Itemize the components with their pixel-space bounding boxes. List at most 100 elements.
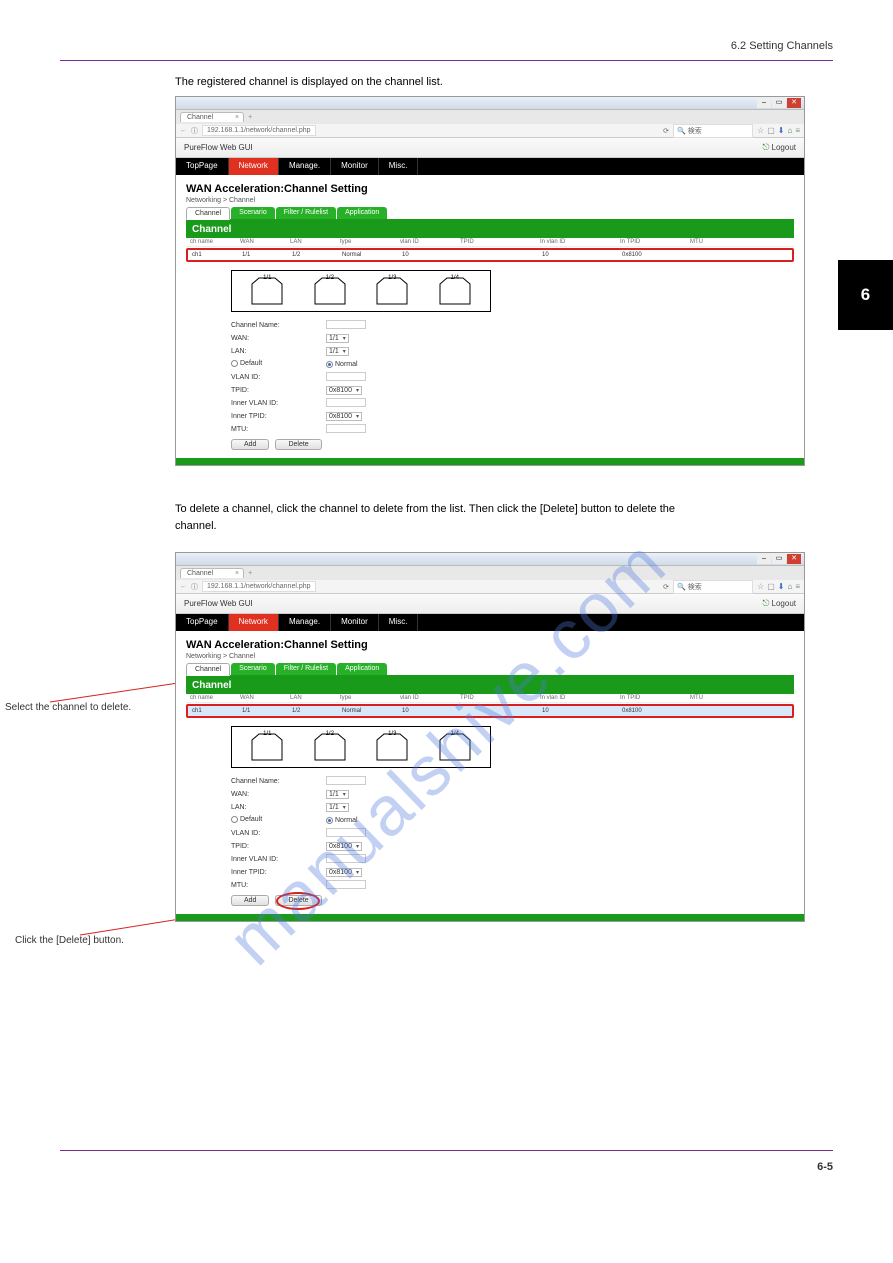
- info-icon[interactable]: ⓘ: [191, 582, 198, 592]
- delete-button[interactable]: Delete: [275, 895, 321, 906]
- tab-new-icon[interactable]: +: [248, 570, 252, 577]
- star-icon[interactable]: ☆: [757, 126, 764, 135]
- nav-network[interactable]: Network: [229, 158, 279, 175]
- info-icon[interactable]: ⓘ: [191, 126, 198, 136]
- th-tpid: TPID: [460, 239, 540, 245]
- browser-tab-bar: Channel × +: [176, 566, 804, 580]
- back-icon[interactable]: ←: [180, 127, 187, 134]
- delete-button[interactable]: Delete: [275, 439, 321, 450]
- nav-misc[interactable]: Misc.: [379, 158, 419, 175]
- select-tpid[interactable]: 0x8100: [326, 386, 362, 395]
- url-field[interactable]: 192.168.1.1/network/channel.php: [202, 581, 316, 592]
- radio-normal[interactable]: Normal: [326, 817, 358, 824]
- window-minimize-icon[interactable]: –: [757, 98, 771, 108]
- menu-icon[interactable]: ≡: [795, 582, 800, 591]
- nav-misc[interactable]: Misc.: [379, 614, 419, 631]
- page-title: WAN Acceleration:Channel Setting: [186, 639, 794, 651]
- nav-toppage[interactable]: TopPage: [176, 614, 229, 631]
- select-inner-tpid[interactable]: 0x8100: [326, 868, 362, 877]
- port-label: 1/3: [372, 731, 412, 737]
- subtab-scenario[interactable]: Scenario: [231, 663, 275, 675]
- input-channel-name[interactable]: [326, 776, 366, 785]
- td-type: Normal: [342, 252, 402, 258]
- url-field[interactable]: 192.168.1.1/network/channel.php: [202, 125, 316, 136]
- td-vlan: 10: [402, 708, 462, 714]
- label-channel-name: Channel Name:: [231, 778, 326, 785]
- subtab-channel[interactable]: Channel: [186, 663, 230, 676]
- bookmark-icon[interactable]: ▢: [767, 582, 775, 591]
- select-wan[interactable]: 1/1: [326, 334, 349, 343]
- table-row-selected[interactable]: ch1 1/1 1/2 Normal 10 10 0x8100: [188, 706, 792, 716]
- input-mtu[interactable]: [326, 880, 366, 889]
- nav-monitor[interactable]: Monitor: [331, 614, 379, 631]
- td-mtu: [692, 708, 752, 714]
- page-title: WAN Acceleration:Channel Setting: [186, 183, 794, 195]
- td-lan: 1/2: [292, 252, 342, 258]
- menu-icon[interactable]: ≡: [795, 126, 800, 135]
- window-close-icon[interactable]: ✕: [787, 98, 801, 108]
- port-1-1: 1/1: [247, 732, 287, 762]
- nav-monitor[interactable]: Monitor: [331, 158, 379, 175]
- tab-new-icon[interactable]: +: [248, 114, 252, 121]
- window-maximize-icon[interactable]: ▭: [772, 98, 786, 108]
- download-icon[interactable]: ⬇: [778, 582, 785, 591]
- window-maximize-icon[interactable]: ▭: [772, 554, 786, 564]
- window-close-icon[interactable]: ✕: [787, 554, 801, 564]
- reload-icon[interactable]: ⟳: [663, 583, 669, 591]
- subtab-application[interactable]: Application: [337, 207, 387, 219]
- th-type: type: [340, 695, 400, 701]
- add-button[interactable]: Add: [231, 439, 269, 450]
- tab-close-icon[interactable]: ×: [235, 570, 239, 577]
- select-wan[interactable]: 1/1: [326, 790, 349, 799]
- input-inner-vlan[interactable]: [326, 854, 366, 863]
- browser-tab-active[interactable]: Channel ×: [180, 112, 244, 122]
- th-tpid: TPID: [460, 695, 540, 701]
- th-name: ch name: [190, 695, 240, 701]
- home-icon[interactable]: ⌂: [787, 582, 792, 591]
- logout-icon: ⎋: [762, 598, 769, 609]
- input-channel-name[interactable]: [326, 320, 366, 329]
- subtab-filter[interactable]: Filter / Rulelist: [276, 663, 336, 675]
- nav-network[interactable]: Network: [229, 614, 279, 631]
- logout-link[interactable]: ⎋ Logout: [762, 142, 796, 153]
- reload-icon[interactable]: ⟳: [663, 127, 669, 135]
- back-icon[interactable]: ←: [180, 583, 187, 590]
- nav-toppage[interactable]: TopPage: [176, 158, 229, 175]
- label-inner-vlan: Inner VLAN ID:: [231, 856, 326, 863]
- browser-tab-active[interactable]: Channel ×: [180, 568, 244, 578]
- select-inner-tpid[interactable]: 0x8100: [326, 412, 362, 421]
- subtab-channel[interactable]: Channel: [186, 207, 230, 220]
- window-titlebar: – ▭ ✕: [176, 553, 804, 566]
- input-mtu[interactable]: [326, 424, 366, 433]
- radio-default[interactable]: Default: [231, 816, 262, 823]
- input-vlan-id[interactable]: [326, 372, 366, 381]
- app-header: PureFlow Web GUI ⎋ Logout: [176, 138, 804, 158]
- port-label: 1/4: [435, 275, 475, 281]
- select-lan[interactable]: 1/1: [326, 347, 349, 356]
- channel-form: Channel Name: WAN:1/1 LAN:1/1 Default No…: [231, 320, 794, 450]
- tab-close-icon[interactable]: ×: [235, 114, 239, 121]
- select-lan[interactable]: 1/1: [326, 803, 349, 812]
- search-field[interactable]: 🔍 検索: [673, 580, 753, 594]
- bookmark-icon[interactable]: ▢: [767, 126, 775, 135]
- nav-manage[interactable]: Manage.: [279, 614, 331, 631]
- input-vlan-id[interactable]: [326, 828, 366, 837]
- subtab-scenario[interactable]: Scenario: [231, 207, 275, 219]
- radio-normal[interactable]: Normal: [326, 361, 358, 368]
- divider-top: [60, 60, 833, 61]
- select-tpid[interactable]: 0x8100: [326, 842, 362, 851]
- logout-link[interactable]: ⎋ Logout: [762, 598, 796, 609]
- add-button[interactable]: Add: [231, 895, 269, 906]
- th-vlan: vlan ID: [400, 239, 460, 245]
- home-icon[interactable]: ⌂: [787, 126, 792, 135]
- nav-manage[interactable]: Manage.: [279, 158, 331, 175]
- subtab-filter[interactable]: Filter / Rulelist: [276, 207, 336, 219]
- download-icon[interactable]: ⬇: [778, 126, 785, 135]
- radio-default[interactable]: Default: [231, 360, 262, 367]
- subtab-application[interactable]: Application: [337, 663, 387, 675]
- input-inner-vlan[interactable]: [326, 398, 366, 407]
- table-row[interactable]: ch1 1/1 1/2 Normal 10 10 0x8100: [188, 250, 792, 260]
- star-icon[interactable]: ☆: [757, 582, 764, 591]
- window-minimize-icon[interactable]: –: [757, 554, 771, 564]
- search-field[interactable]: 🔍 検索: [673, 124, 753, 138]
